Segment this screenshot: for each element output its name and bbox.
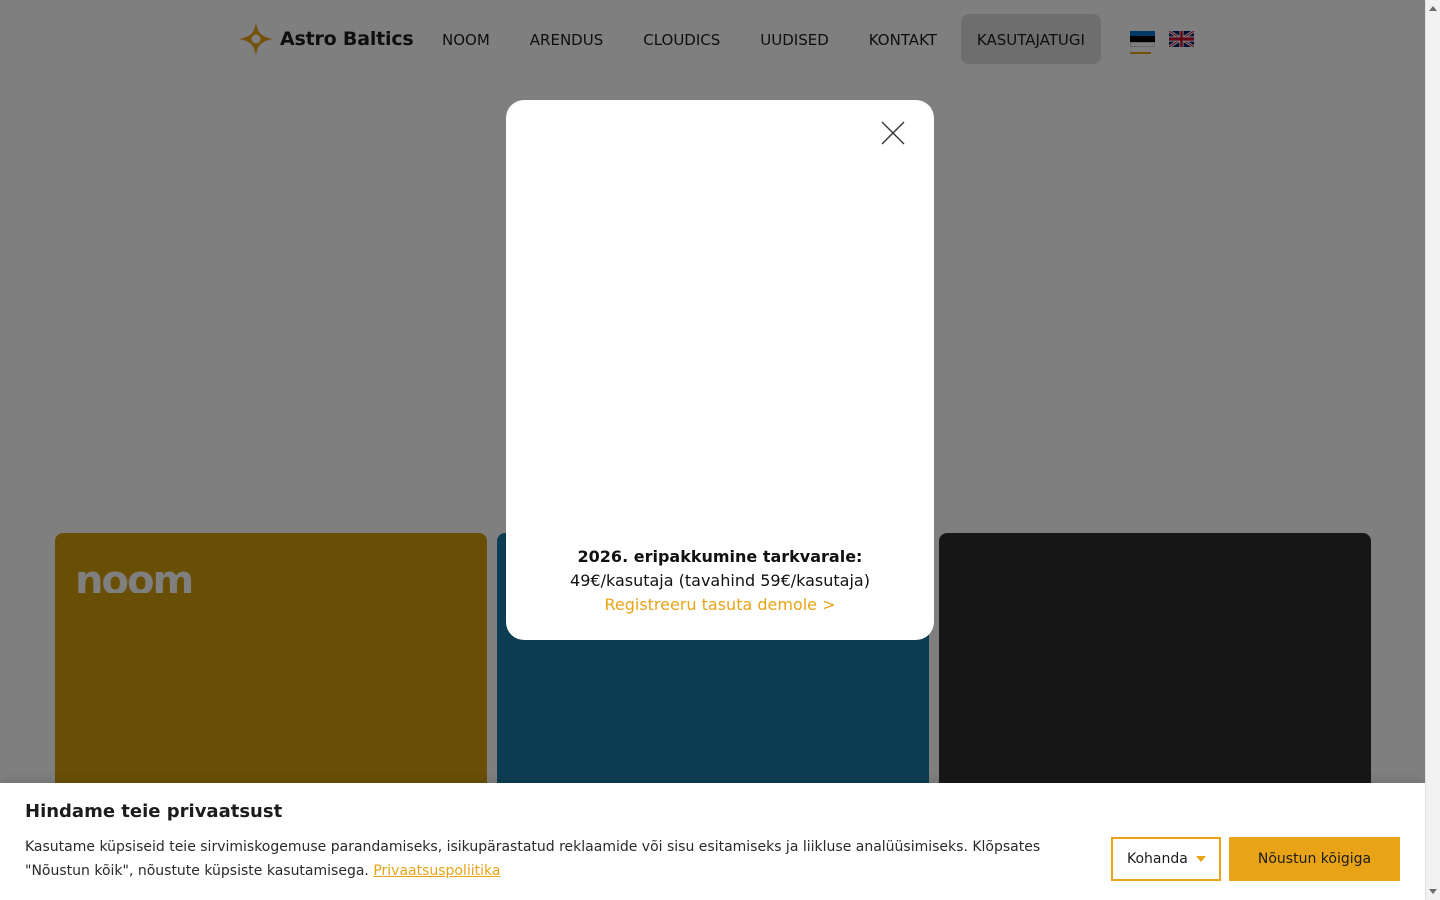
caret-down-icon xyxy=(1195,856,1206,862)
page-scrollbar[interactable] xyxy=(1425,0,1440,900)
scroll-up-icon[interactable] xyxy=(1429,6,1437,11)
scroll-down-icon[interactable] xyxy=(1429,889,1437,894)
cookie-title: Hindame teie privaatsust xyxy=(25,801,283,822)
demo-signup-link[interactable]: Registreeru tasuta demole > xyxy=(506,593,934,617)
promo-heading: 2026. eripakkumine tarkvarale: xyxy=(577,547,863,566)
promo-price: 49€/kasutaja (tavahind 59€/kasutaja) xyxy=(570,571,870,590)
privacy-policy-link[interactable]: Privaatsuspoliitika xyxy=(373,863,500,879)
customize-label: Kohanda xyxy=(1127,851,1188,867)
promo-modal: 2026. eripakkumine tarkvarale: 49€/kasut… xyxy=(506,100,934,640)
close-icon[interactable] xyxy=(878,118,908,148)
cookie-text: Kasutame küpsiseid teie sirvimiskogemuse… xyxy=(25,839,1041,879)
promo-text: 2026. eripakkumine tarkvarale: 49€/kasut… xyxy=(506,545,934,617)
customize-button[interactable]: Kohanda xyxy=(1111,837,1221,881)
cookie-description: Kasutame küpsiseid teie sirvimiskogemuse… xyxy=(25,835,1075,883)
accept-all-button[interactable]: Nõustun kõigiga xyxy=(1229,837,1400,881)
cookie-banner: Hindame teie privaatsust Kasutame küpsis… xyxy=(0,783,1425,900)
